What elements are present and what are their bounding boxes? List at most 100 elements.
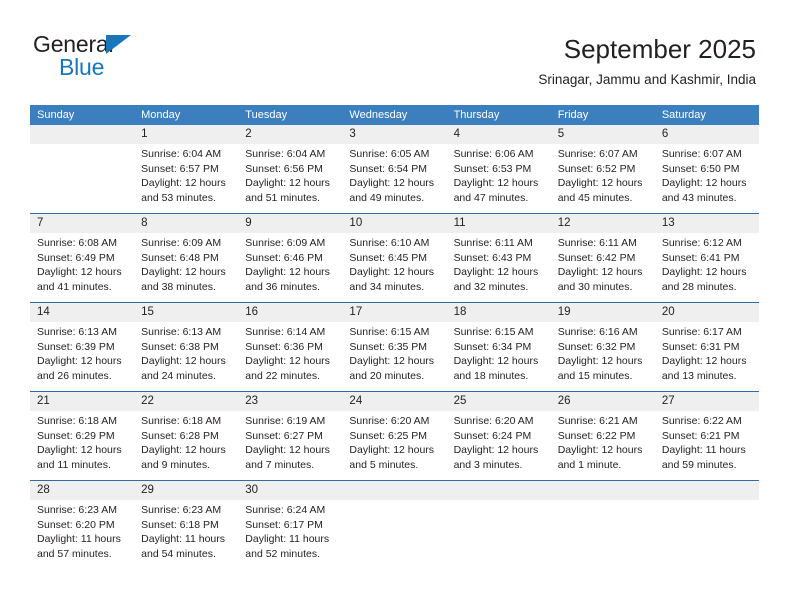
day-cell-25[interactable]: Sunrise: 6:20 AM Sunset: 6:24 PM Daylight:… [447, 411, 551, 480]
day-number-20[interactable]: 20 [655, 303, 759, 322]
day-detail-line: Daylight: 12 hours [349, 444, 435, 456]
weekday-header-sunday: Sunday [37, 109, 75, 121]
day-detail-line: and 34 minutes. [349, 280, 425, 293]
day-detail-line: Sunset: 6:29 PM [37, 429, 115, 442]
day-number-9[interactable]: 9 [238, 214, 342, 233]
day-number-14[interactable]: 14 [30, 303, 134, 322]
day-cell-12[interactable]: Sunrise: 6:11 AM Sunset: 6:42 PM Daylight:… [551, 233, 655, 302]
day-number-13[interactable]: 13 [655, 214, 759, 233]
day-number-24[interactable]: 24 [342, 392, 446, 411]
day-detail-line: and 20 minutes. [349, 369, 425, 382]
day-cell-16[interactable]: Sunrise: 6:14 AM Sunset: 6:36 PM Daylight:… [238, 322, 342, 391]
day-cell-empty [551, 500, 655, 569]
calendar-week-row: 28 29 30 Sunrise: 6:23 AM Sunset: 6:20 PM Day… [30, 480, 759, 569]
day-number-6[interactable]: 6 [655, 125, 759, 144]
day-detail-line: Sunset: 6:31 PM [661, 340, 740, 353]
day-detail-line: Sunrise: 6:21 AM [557, 415, 638, 427]
day-detail-line: Sunrise: 6:04 AM [141, 148, 222, 160]
day-number-2[interactable]: 2 [238, 125, 342, 144]
day-number-17[interactable]: 17 [342, 303, 446, 322]
day-detail-line: Daylight: 11 hours [245, 533, 330, 545]
day-cell-6[interactable]: Sunrise: 6:07 AM Sunset: 6:50 PM Daylight:… [655, 144, 759, 213]
day-number-26[interactable]: 26 [551, 392, 655, 411]
day-number-18[interactable]: 18 [447, 303, 551, 322]
day-detail-line: Sunrise: 6:07 AM [661, 148, 742, 160]
day-cell-4[interactable]: Sunrise: 6:06 AM Sunset: 6:53 PM Daylight:… [447, 144, 551, 213]
day-cell-23[interactable]: Sunrise: 6:19 AM Sunset: 6:27 PM Daylight:… [238, 411, 342, 480]
logo-line-2: Blue [33, 55, 203, 79]
logo-text-blue: Blue [59, 54, 105, 80]
day-number-30[interactable]: 30 [238, 481, 342, 500]
day-detail-line: Daylight: 12 hours [141, 444, 226, 456]
day-detail-line: Daylight: 12 hours [557, 444, 643, 456]
day-number-3[interactable]: 3 [342, 125, 446, 144]
day-number-4[interactable]: 4 [447, 125, 551, 144]
day-detail-line: Sunset: 6:41 PM [661, 251, 740, 264]
day-detail-line: Sunrise: 6:08 AM [37, 237, 117, 249]
day-cell-29[interactable]: Sunrise: 6:23 AM Sunset: 6:18 PM Daylight:… [134, 500, 238, 569]
day-number-12[interactable]: 12 [551, 214, 655, 233]
day-cell-11[interactable]: Sunrise: 6:11 AM Sunset: 6:43 PM Daylight:… [447, 233, 551, 302]
day-cell-9[interactable]: Sunrise: 6:09 AM Sunset: 6:46 PM Daylight:… [238, 233, 342, 302]
day-number-8[interactable]: 8 [134, 214, 238, 233]
day-cell-18[interactable]: Sunrise: 6:15 AM Sunset: 6:34 PM Daylight:… [447, 322, 551, 391]
day-number-7[interactable]: 7 [30, 214, 134, 233]
day-cell-14[interactable]: Sunrise: 6:13 AM Sunset: 6:39 PM Daylight:… [30, 322, 134, 391]
week-detail-band: Sunrise: 6:13 AM Sunset: 6:39 PM Daylight:… [30, 322, 759, 391]
day-cell-8[interactable]: Sunrise: 6:09 AM Sunset: 6:48 PM Daylight:… [134, 233, 238, 302]
day-cell-1[interactable]: Sunrise: 6:04 AM Sunset: 6:57 PM Daylight:… [134, 144, 238, 213]
day-cell-26[interactable]: Sunrise: 6:21 AM Sunset: 6:22 PM Daylight:… [551, 411, 655, 480]
day-cell-22[interactable]: Sunrise: 6:18 AM Sunset: 6:28 PM Daylight:… [134, 411, 238, 480]
day-detail-line: Sunset: 6:18 PM [141, 518, 219, 531]
day-detail-line: Daylight: 12 hours [141, 355, 226, 367]
general-blue-logo[interactable]: General Blue [33, 31, 203, 81]
day-detail-line: Daylight: 12 hours [557, 355, 643, 367]
day-cell-27[interactable]: Sunrise: 6:22 AM Sunset: 6:21 PM Daylight:… [655, 411, 759, 480]
day-number-22[interactable]: 22 [134, 392, 238, 411]
day-number-16[interactable]: 16 [238, 303, 342, 322]
day-cell-10[interactable]: Sunrise: 6:10 AM Sunset: 6:45 PM Daylight:… [342, 233, 446, 302]
day-detail-line: and 18 minutes. [453, 369, 529, 382]
day-detail-line: Sunset: 6:57 PM [141, 162, 219, 175]
day-cell-17[interactable]: Sunrise: 6:15 AM Sunset: 6:35 PM Daylight:… [342, 322, 446, 391]
day-number-empty [655, 481, 759, 500]
title-block: September 2025 Srinagar, Jammu and Kashm… [538, 33, 756, 90]
day-number-23[interactable]: 23 [238, 392, 342, 411]
day-detail-line: and 43 minutes. [661, 191, 737, 204]
day-cell-7[interactable]: Sunrise: 6:08 AM Sunset: 6:49 PM Daylight:… [30, 233, 134, 302]
day-detail-line: Sunset: 6:22 PM [557, 429, 636, 442]
day-cell-28[interactable]: Sunrise: 6:23 AM Sunset: 6:20 PM Daylight:… [30, 500, 134, 569]
day-number-29[interactable]: 29 [134, 481, 238, 500]
day-detail-line: Sunset: 6:52 PM [557, 162, 636, 175]
day-number-empty [447, 481, 551, 500]
day-detail-line: Daylight: 12 hours [37, 355, 122, 367]
weekday-header-thursday: Thursday [453, 109, 500, 121]
day-detail-line: and 52 minutes. [245, 547, 320, 560]
day-detail-line: Daylight: 12 hours [557, 266, 643, 278]
day-cell-5[interactable]: Sunrise: 6:07 AM Sunset: 6:52 PM Daylight:… [551, 144, 655, 213]
day-cell-2[interactable]: Sunrise: 6:04 AM Sunset: 6:56 PM Daylight:… [238, 144, 342, 213]
day-number-5[interactable]: 5 [551, 125, 655, 144]
day-number-25[interactable]: 25 [447, 392, 551, 411]
day-cell-15[interactable]: Sunrise: 6:13 AM Sunset: 6:38 PM Daylight:… [134, 322, 238, 391]
day-number-15[interactable]: 15 [134, 303, 238, 322]
day-cell-3[interactable]: Sunrise: 6:05 AM Sunset: 6:54 PM Daylight:… [342, 144, 446, 213]
day-detail-line: Sunrise: 6:06 AM [453, 148, 534, 160]
day-cell-21[interactable]: Sunrise: 6:18 AM Sunset: 6:29 PM Daylight:… [30, 411, 134, 480]
day-cell-30[interactable]: Sunrise: 6:24 AM Sunset: 6:17 PM Daylight:… [238, 500, 342, 569]
day-number-10[interactable]: 10 [342, 214, 446, 233]
day-cell-24[interactable]: Sunrise: 6:20 AM Sunset: 6:25 PM Daylight:… [342, 411, 446, 480]
day-number-19[interactable]: 19 [551, 303, 655, 322]
day-cell-13[interactable]: Sunrise: 6:12 AM Sunset: 6:41 PM Daylight:… [655, 233, 759, 302]
day-cell-19[interactable]: Sunrise: 6:16 AM Sunset: 6:32 PM Daylight:… [551, 322, 655, 391]
day-detail-line: Daylight: 11 hours [141, 533, 225, 545]
day-detail-line: and 26 minutes. [37, 369, 112, 382]
day-number-1[interactable]: 1 [134, 125, 238, 144]
day-number-21[interactable]: 21 [30, 392, 134, 411]
day-number-11[interactable]: 11 [447, 214, 551, 233]
day-cell-20[interactable]: Sunrise: 6:17 AM Sunset: 6:31 PM Daylight:… [655, 322, 759, 391]
day-number-28[interactable]: 28 [30, 481, 134, 500]
weekday-header-tuesday: Tuesday [245, 109, 288, 121]
day-number-27[interactable]: 27 [655, 392, 759, 411]
day-cell-empty [447, 500, 551, 569]
